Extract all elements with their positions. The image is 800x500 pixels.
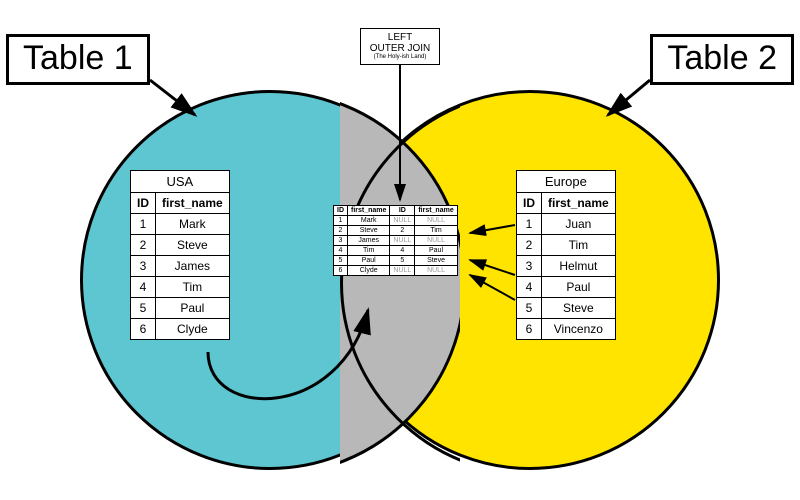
table-row: 2Steve	[131, 235, 230, 256]
table-row: 5Paul	[131, 298, 230, 319]
usa-table: USA ID first_name 1Mark 2Steve 3James 4T…	[130, 170, 230, 340]
table-row: 2Tim	[517, 235, 616, 256]
join-col2: ID	[390, 206, 415, 216]
table-row: 1MarkNULLNULL	[334, 216, 458, 226]
table-row: 4Tim4Paul	[334, 246, 458, 256]
join-subtitle: (The Holy-ish Land)	[363, 54, 437, 61]
join-col1: first_name	[348, 206, 390, 216]
join-result-table: ID first_name ID first_name 1MarkNULLNUL…	[333, 205, 458, 276]
europe-table: Europe ID first_name 1Juan 2Tim 3Helmut …	[516, 170, 616, 340]
join-type-label: LEFT OUTER JOIN (The Holy-ish Land)	[360, 28, 440, 65]
usa-col-name: first_name	[156, 193, 230, 214]
table1-label: Table 1	[6, 34, 150, 85]
table-row: 3JamesNULLNULL	[334, 236, 458, 246]
table-row: 1Juan	[517, 214, 616, 235]
join-col0: ID	[334, 206, 348, 216]
table-row: 3Helmut	[517, 256, 616, 277]
table-row: 1Mark	[131, 214, 230, 235]
table-row: 6Clyde	[131, 319, 230, 340]
table-row: 6ClydeNULLNULL	[334, 266, 458, 276]
usa-col-id: ID	[131, 193, 156, 214]
table-row: 5Steve	[517, 298, 616, 319]
table-row: 6Vincenzo	[517, 319, 616, 340]
table-row: 4Tim	[131, 277, 230, 298]
table2-label: Table 2	[650, 34, 794, 85]
usa-title: USA	[131, 171, 230, 193]
europe-col-id: ID	[517, 193, 542, 214]
venn-intersection	[340, 90, 460, 470]
table-row: 5Paul5Steve	[334, 256, 458, 266]
table-row: 4Paul	[517, 277, 616, 298]
europe-col-name: first_name	[542, 193, 616, 214]
join-line1: LEFT	[363, 32, 437, 43]
table-row: 3James	[131, 256, 230, 277]
join-line2: OUTER JOIN	[363, 43, 437, 54]
table-row: 2Steve2Tim	[334, 226, 458, 236]
europe-title: Europe	[517, 171, 616, 193]
join-col3: first_name	[415, 206, 457, 216]
